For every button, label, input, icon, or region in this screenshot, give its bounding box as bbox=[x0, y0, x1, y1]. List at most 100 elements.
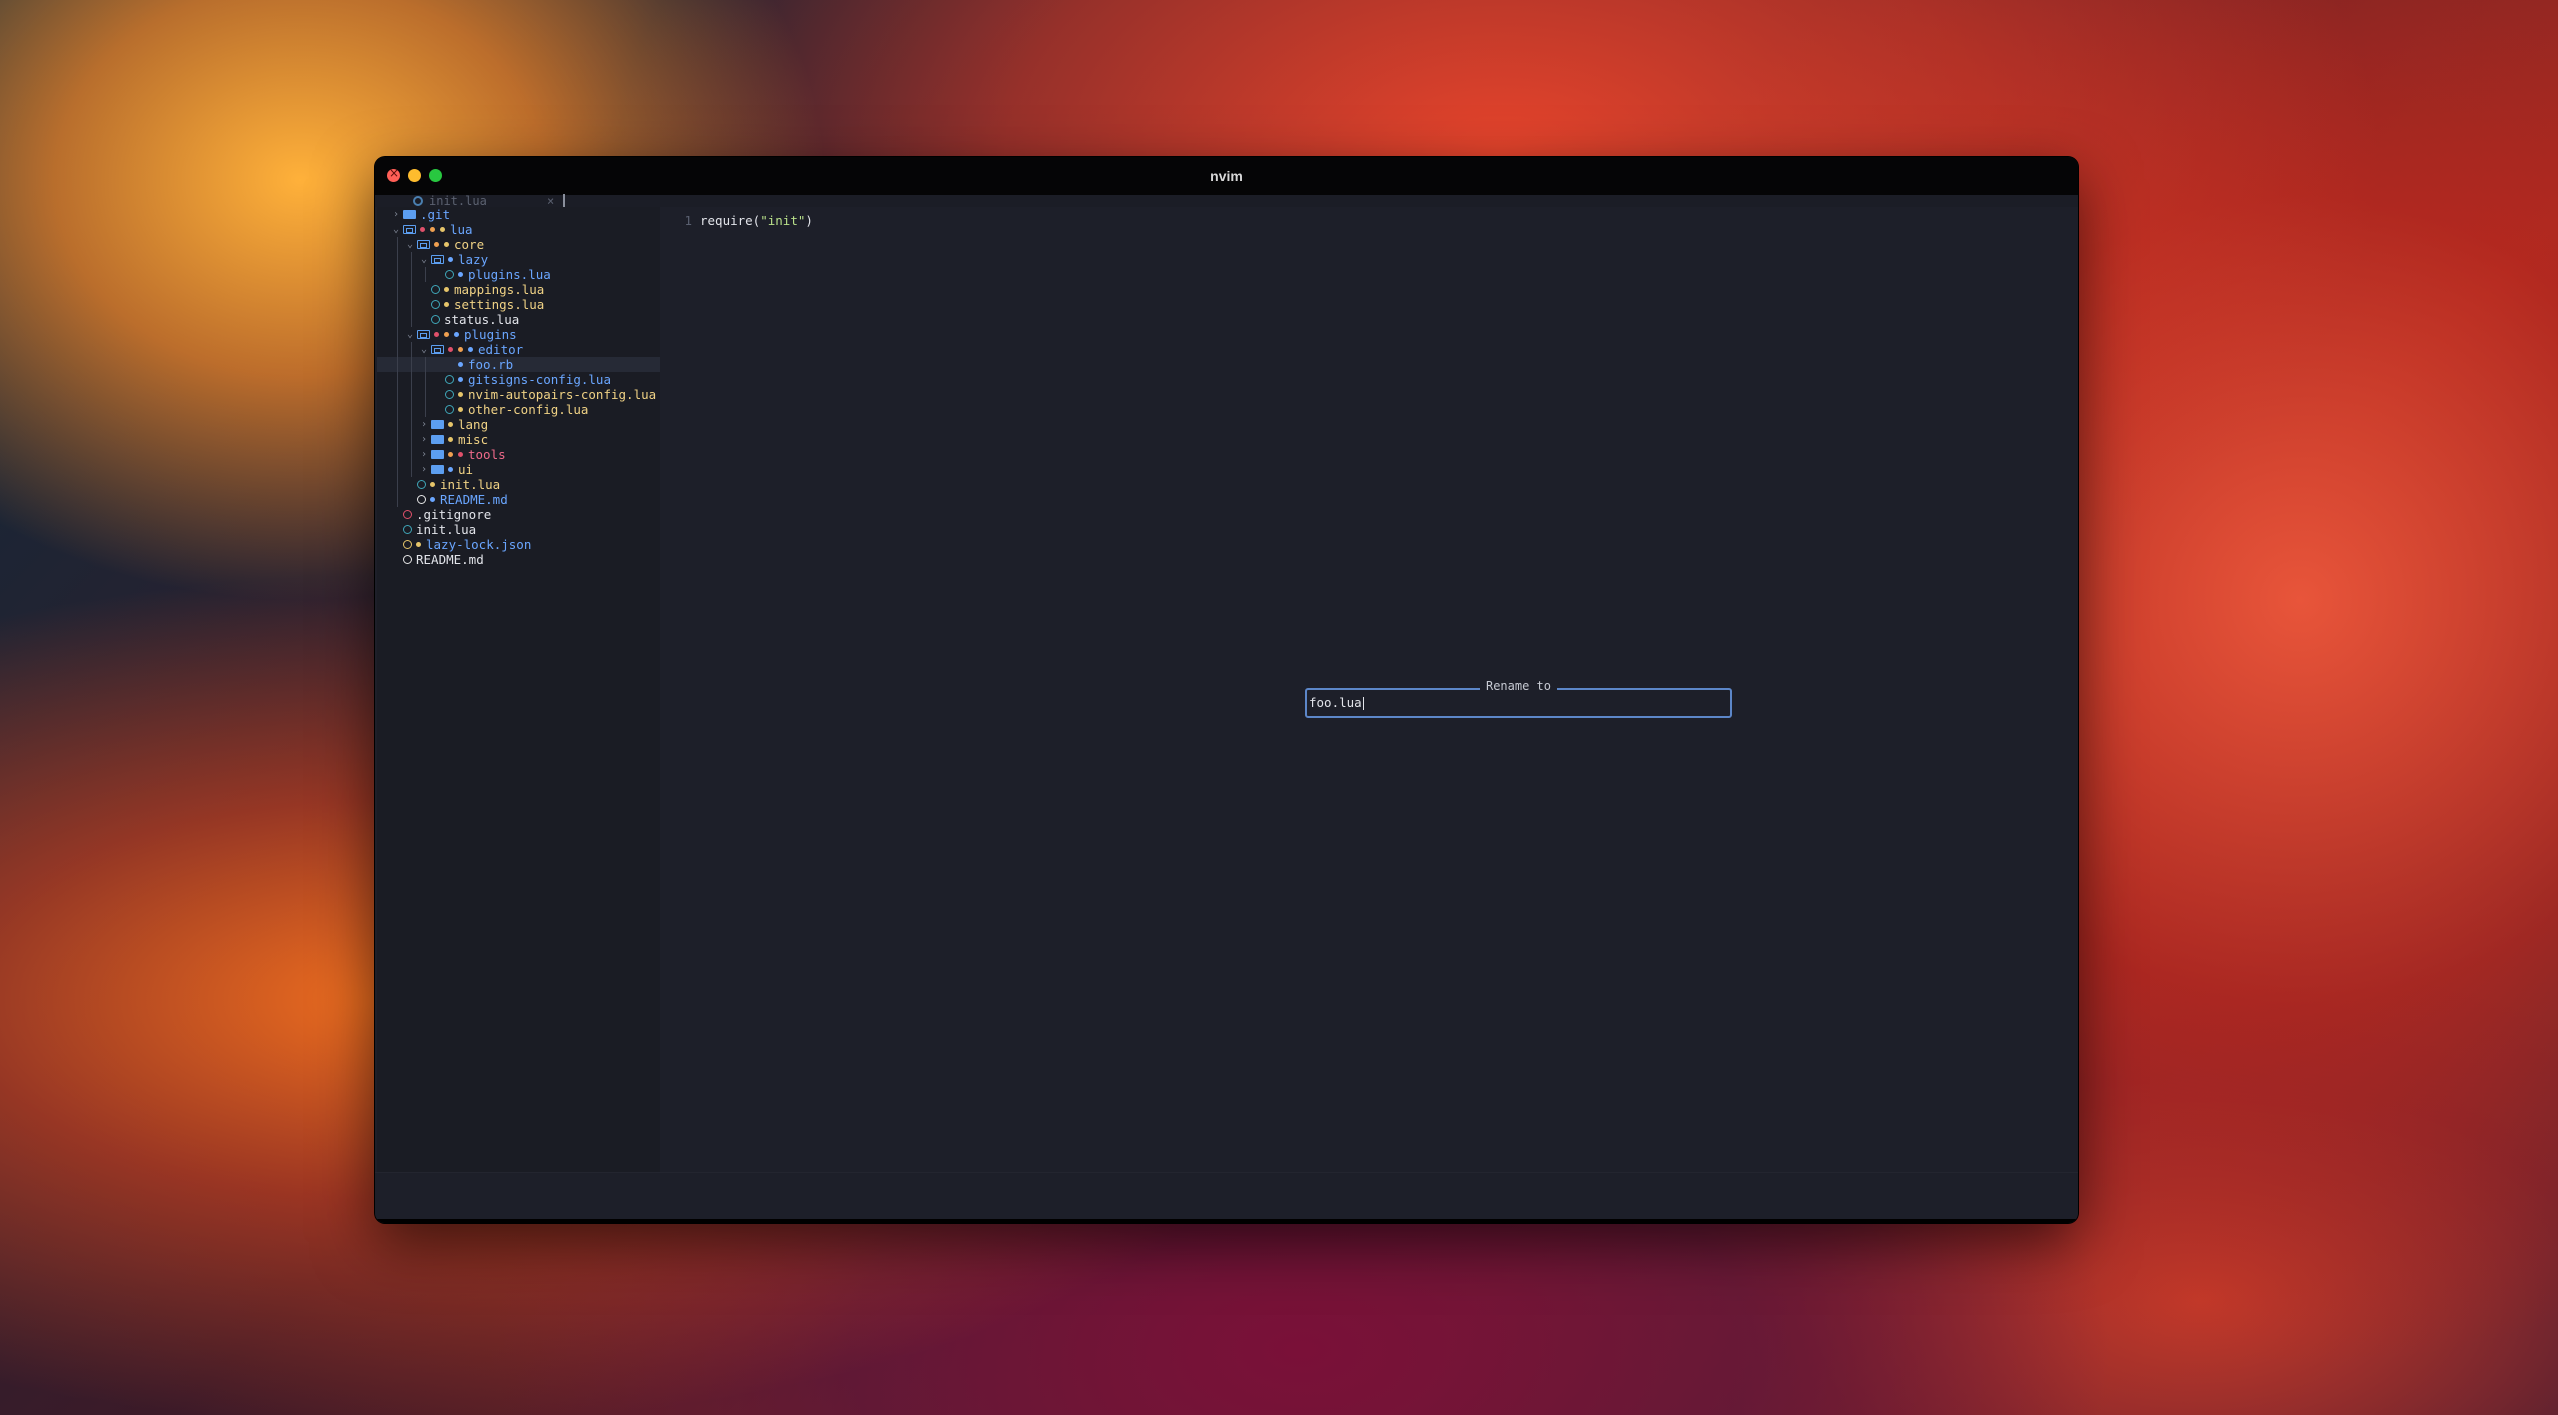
tree-item-label: core bbox=[454, 237, 485, 252]
tree-folder-row[interactable]: ⌄ plugins bbox=[377, 327, 660, 342]
chevron-down-icon[interactable]: ⌄ bbox=[405, 327, 415, 342]
code-prefix: require( bbox=[700, 213, 761, 228]
tree-file-row[interactable]: nvim-autopairs-config.lua bbox=[377, 387, 660, 402]
folder-icon bbox=[431, 450, 444, 459]
maximize-window-button[interactable] bbox=[429, 169, 442, 182]
git-status-dot-icon bbox=[444, 287, 449, 292]
tree-item-label: init.lua bbox=[416, 522, 477, 537]
tree-item-label: nvim-autopairs-config.lua bbox=[468, 387, 657, 402]
git-status-dot-icon bbox=[454, 332, 459, 337]
tree-item-label: README.md bbox=[416, 552, 484, 567]
indent-guide bbox=[397, 387, 398, 402]
tree-item-label: plugins.lua bbox=[468, 267, 551, 282]
indent-guide bbox=[411, 432, 412, 447]
chevron-right-icon[interactable]: › bbox=[419, 432, 429, 447]
tree-file-row[interactable]: init.lua bbox=[377, 522, 660, 537]
file-icon bbox=[431, 300, 440, 309]
tree-folder-row[interactable]: › tools bbox=[377, 447, 660, 462]
indent-guide bbox=[397, 417, 398, 432]
tree-folder-row[interactable]: › .git bbox=[377, 207, 660, 222]
code-string: "init" bbox=[760, 213, 806, 228]
rename-dialog-title-text: Rename to bbox=[1479, 679, 1558, 693]
status-line bbox=[375, 1172, 2078, 1223]
tree-folder-row[interactable]: ⌄ lazy bbox=[377, 252, 660, 267]
git-status-dot-icon bbox=[430, 227, 435, 232]
git-status-dot-icon bbox=[444, 332, 449, 337]
indent-guide bbox=[411, 387, 412, 402]
indent-guide bbox=[397, 477, 398, 492]
chevron-right-icon[interactable]: › bbox=[419, 417, 429, 432]
tree-file-row[interactable]: .gitignore bbox=[377, 507, 660, 522]
tree-file-row[interactable]: foo.rb bbox=[377, 357, 660, 372]
indent-guide bbox=[411, 267, 412, 282]
tab-separator bbox=[563, 194, 565, 208]
chevron-down-icon[interactable]: ⌄ bbox=[419, 252, 429, 267]
window-controls bbox=[387, 166, 442, 182]
git-status-dot-icon bbox=[458, 407, 463, 412]
file-tree: › .git ⌄ lua ⌄ core ⌄ lazy plugins.lua mappings.l… bbox=[377, 207, 660, 567]
tree-file-row[interactable]: README.md bbox=[377, 552, 660, 567]
tree-folder-row[interactable]: ⌄ lua bbox=[377, 222, 660, 237]
git-status-dot-icon bbox=[458, 347, 463, 352]
git-status-dot-icon bbox=[468, 347, 473, 352]
tree-file-row[interactable]: gitsigns-config.lua bbox=[377, 372, 660, 387]
close-tab-icon[interactable]: × bbox=[547, 194, 554, 208]
folder-icon bbox=[431, 465, 444, 474]
file-icon bbox=[403, 555, 412, 564]
git-status-dot-icon bbox=[448, 422, 453, 427]
chevron-right-icon[interactable]: › bbox=[419, 447, 429, 462]
git-status-dot-icon bbox=[434, 332, 439, 337]
minimize-window-button[interactable] bbox=[408, 169, 421, 182]
indent-guide bbox=[411, 252, 412, 267]
indent-guide bbox=[411, 402, 412, 417]
buffer-tab-init-lua[interactable]: init.lua × bbox=[413, 194, 565, 208]
tree-folder-row[interactable]: ⌄ editor bbox=[377, 342, 660, 357]
indent-guide bbox=[411, 462, 412, 477]
tree-item-label: ui bbox=[458, 462, 474, 477]
chevron-right-icon[interactable]: › bbox=[419, 462, 429, 477]
git-status-dot-icon bbox=[430, 497, 435, 502]
chevron-down-icon[interactable]: ⌄ bbox=[419, 342, 429, 357]
editor-pane[interactable]: 1 require("init") Rename to foo.lua bbox=[660, 207, 2078, 1172]
indent-guide bbox=[397, 372, 398, 387]
git-status-dot-icon bbox=[458, 377, 463, 382]
tree-item-label: plugins bbox=[464, 327, 517, 342]
tree-folder-row[interactable]: › lang bbox=[377, 417, 660, 432]
chevron-down-icon[interactable]: ⌄ bbox=[405, 237, 415, 252]
indent-guide bbox=[397, 237, 398, 252]
close-window-button[interactable] bbox=[387, 166, 400, 182]
tree-file-row[interactable]: settings.lua bbox=[377, 297, 660, 312]
git-status-dot-icon bbox=[448, 452, 453, 457]
file-explorer: › .git ⌄ lua ⌄ core ⌄ lazy plugins.lua mappings.l… bbox=[377, 207, 660, 1172]
indent-guide bbox=[425, 387, 426, 402]
indent-guide bbox=[411, 447, 412, 462]
tree-file-row[interactable]: status.lua bbox=[377, 312, 660, 327]
indent-guide bbox=[397, 267, 398, 282]
folder-open-icon bbox=[417, 330, 430, 339]
tree-file-row[interactable]: lazy-lock.json bbox=[377, 537, 660, 552]
tree-folder-row[interactable]: › ui bbox=[377, 462, 660, 477]
tree-file-row[interactable]: other-config.lua bbox=[377, 402, 660, 417]
tree-file-row[interactable]: README.md bbox=[377, 492, 660, 507]
tree-item-label: lazy-lock.json bbox=[426, 537, 532, 552]
file-icon bbox=[431, 315, 440, 324]
chevron-right-icon[interactable]: › bbox=[391, 207, 401, 222]
git-status-dot-icon bbox=[458, 362, 463, 367]
indent-guide bbox=[397, 312, 398, 327]
rename-input[interactable]: foo.lua bbox=[1309, 695, 1364, 710]
tree-file-row[interactable]: plugins.lua bbox=[377, 267, 660, 282]
tree-folder-row[interactable]: › misc bbox=[377, 432, 660, 447]
tree-item-label: misc bbox=[458, 432, 489, 447]
tree-folder-row[interactable]: ⌄ core bbox=[377, 237, 660, 252]
indent-guide bbox=[397, 342, 398, 357]
chevron-down-icon[interactable]: ⌄ bbox=[391, 222, 401, 237]
tree-item-label: settings.lua bbox=[454, 297, 545, 312]
tree-item-label: lazy bbox=[458, 252, 489, 267]
file-icon bbox=[445, 405, 454, 414]
tab-label: init.lua bbox=[429, 194, 487, 208]
file-icon bbox=[431, 285, 440, 294]
indent-guide bbox=[425, 372, 426, 387]
nvim-window: nvim init.lua × ›.git⌄lua⌄core⌄lazyplugi… bbox=[375, 157, 2078, 1223]
tree-file-row[interactable]: mappings.lua bbox=[377, 282, 660, 297]
tree-file-row[interactable]: init.lua bbox=[377, 477, 660, 492]
